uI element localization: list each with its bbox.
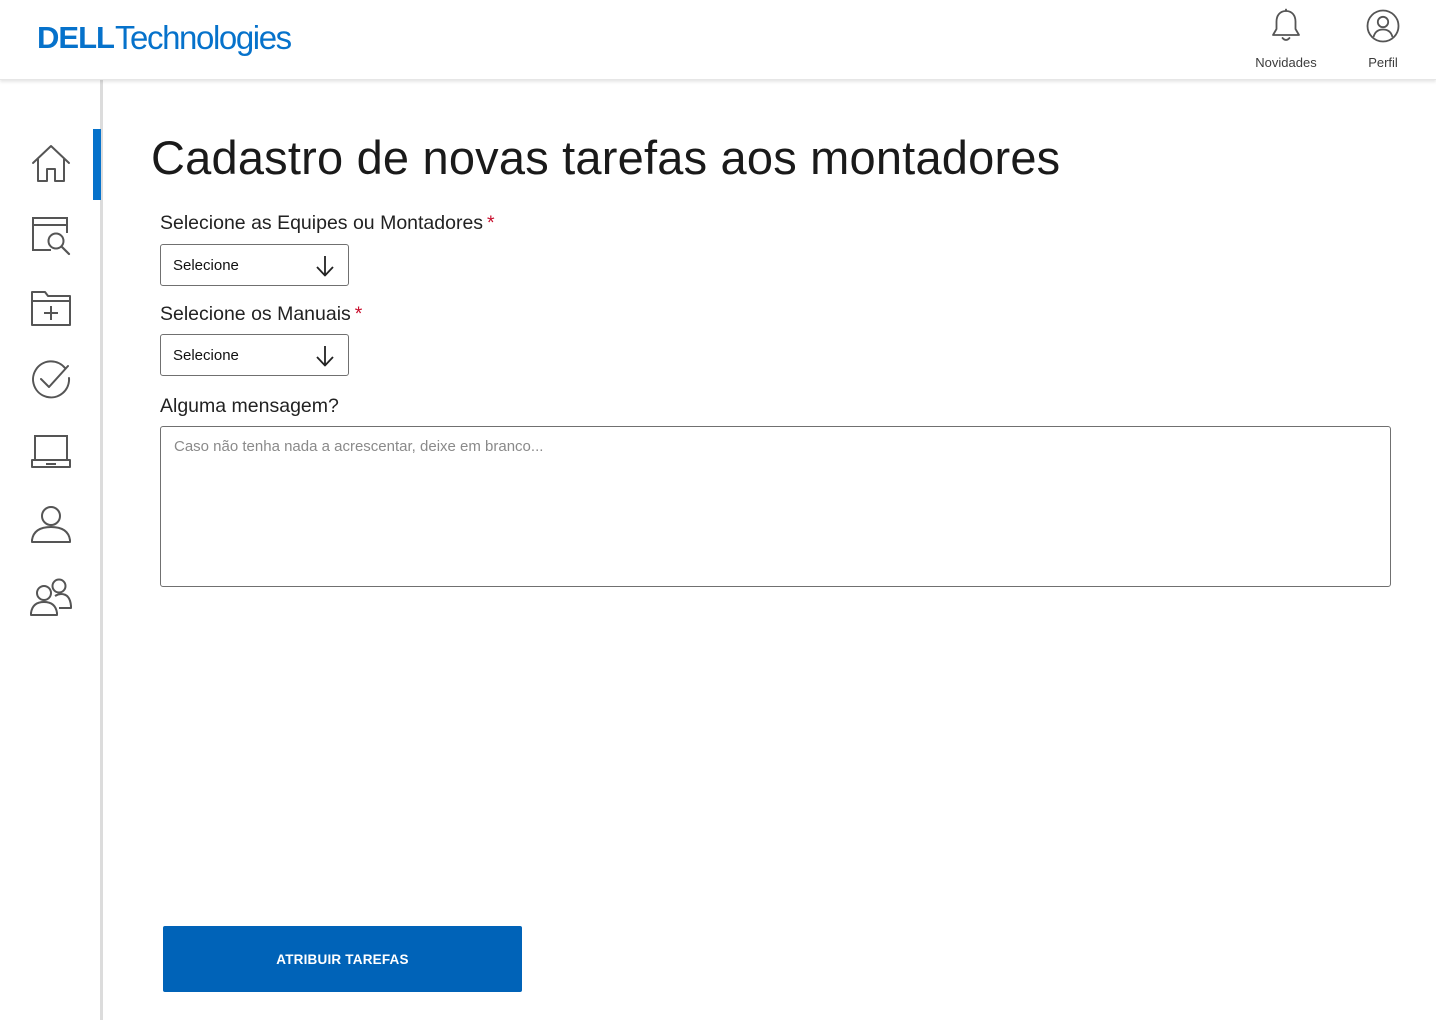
arrow-down-icon <box>316 256 334 277</box>
home-icon <box>32 145 70 182</box>
profile-label: Perfil <box>1368 55 1398 70</box>
teams-select[interactable]: Selecione <box>160 244 349 286</box>
teams-field-label: Selecione as Equipes ou Montadores * <box>160 212 495 235</box>
logo-suffix: Technologies <box>114 18 292 56</box>
folder-add-icon <box>31 291 71 326</box>
message-textarea[interactable] <box>160 426 1391 587</box>
search-document-icon <box>32 217 71 256</box>
required-mark: * <box>354 303 363 325</box>
users-icon <box>30 578 72 616</box>
dell-technologies-logo[interactable]: DELL Technologies <box>37 16 292 58</box>
arrow-down-icon <box>316 346 334 367</box>
assign-tasks-button[interactable]: ATRIBUIR TAREFAS <box>163 926 522 992</box>
sidebar-item-home[interactable] <box>22 134 80 192</box>
teams-select-value: Selecione <box>173 257 239 274</box>
sidebar-item-user[interactable] <box>22 495 80 553</box>
sidebar-item-teams[interactable] <box>22 567 80 625</box>
logo-brand: DELL <box>37 19 115 55</box>
sidebar-item-new-folder[interactable] <box>22 279 80 337</box>
sidebar-item-devices[interactable] <box>22 423 80 481</box>
manuals-label-text: Selecione os Manuais <box>160 303 351 325</box>
profile-button[interactable]: Perfil <box>1343 8 1423 70</box>
manuals-select[interactable]: Selecione <box>160 334 349 376</box>
sidebar-item-tasks[interactable] <box>22 351 80 409</box>
message-field-label: Alguma mensagem? <box>160 395 339 417</box>
check-circle-icon <box>32 360 71 399</box>
sidebar-item-search-documents[interactable] <box>22 206 80 264</box>
required-mark: * <box>487 212 495 234</box>
sidebar <box>0 80 103 1020</box>
manuals-select-value: Selecione <box>173 347 239 364</box>
teams-label-text: Selecione as Equipes ou Montadores <box>160 212 484 234</box>
news-button[interactable]: Novidades <box>1246 8 1326 70</box>
bell-icon <box>1272 8 1300 41</box>
top-header: DELL Technologies Novidades Perfil <box>0 0 1436 80</box>
laptop-icon <box>31 435 71 468</box>
manuals-field-label: Selecione os Manuais * <box>160 303 362 326</box>
user-circle-icon <box>1366 9 1400 43</box>
news-label: Novidades <box>1255 55 1317 70</box>
user-icon <box>31 506 71 543</box>
page-title: Cadastro de novas tarefas aos montadores <box>151 131 1061 184</box>
main-content: Cadastro de novas tarefas aos montadores… <box>103 80 1436 1020</box>
sidebar-active-indicator <box>93 129 101 200</box>
